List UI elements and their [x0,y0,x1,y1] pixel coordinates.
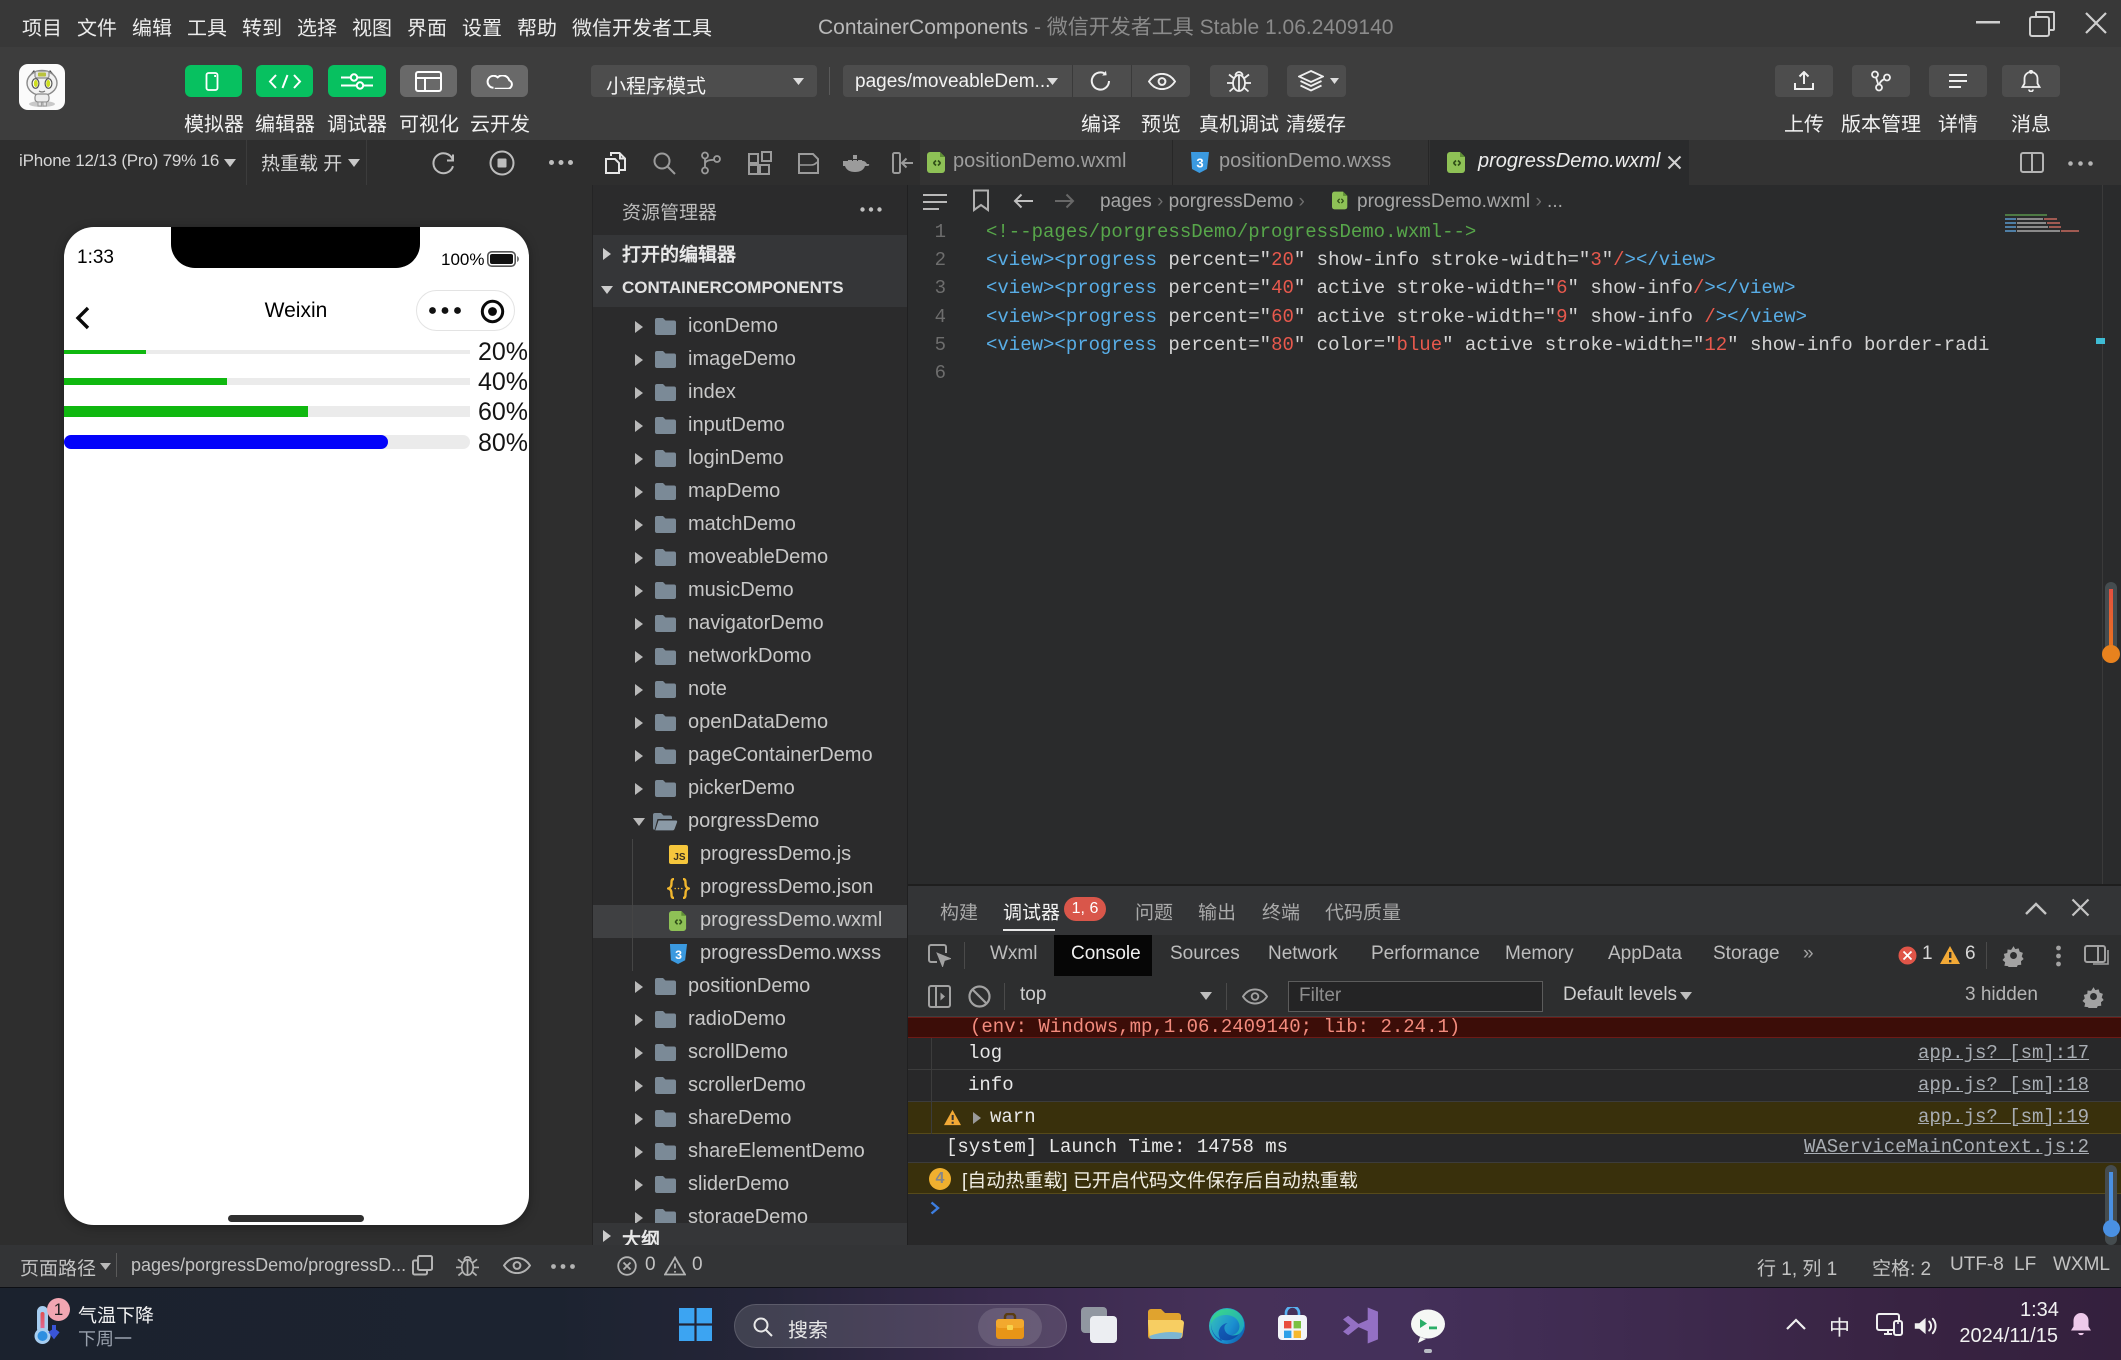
svg-text:3: 3 [1196,156,1203,171]
svg-text:JS: JS [673,852,686,863]
svg-text:3: 3 [675,948,682,962]
